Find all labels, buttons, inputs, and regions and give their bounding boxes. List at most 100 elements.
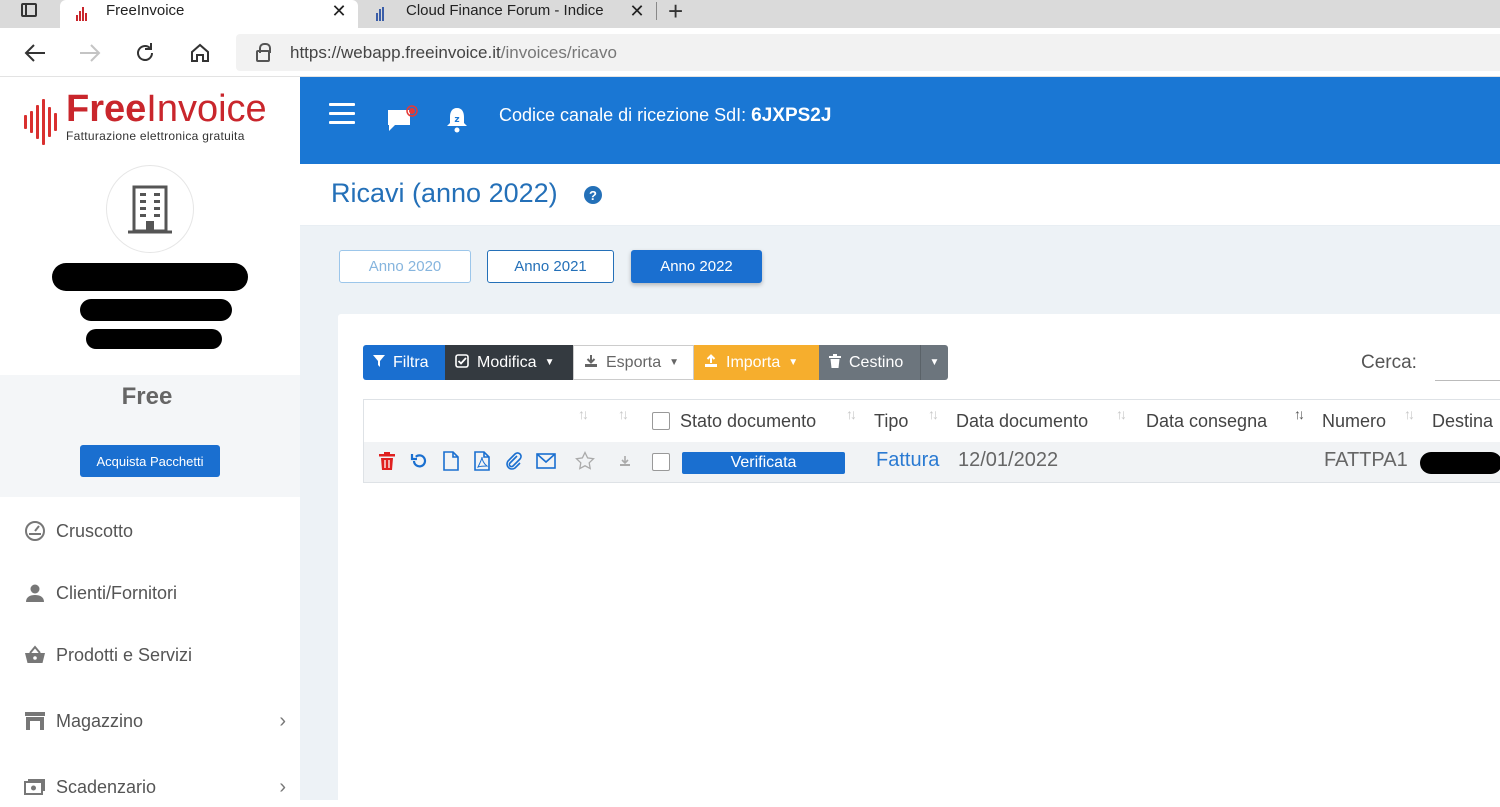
column-header-stato[interactable]: Stato documento <box>680 411 816 432</box>
sidebar-item-cruscotto[interactable]: Cruscotto <box>0 511 300 551</box>
warehouse-icon <box>24 710 46 732</box>
attachment-icon[interactable] <box>503 450 525 472</box>
search-input[interactable] <box>1435 347 1500 381</box>
tab-actions-icon[interactable] <box>18 0 40 20</box>
sdi-code: 6JXPS2J <box>751 105 832 126</box>
close-tab-icon[interactable]: ✕ <box>328 1 350 22</box>
redacted-company-line-1 <box>80 299 232 321</box>
forward-arrow-icon <box>80 44 101 62</box>
sidebar-item-label: Clienti/Fornitori <box>56 582 178 603</box>
back-button[interactable] <box>20 38 50 68</box>
invoices-table: ↑↓ ↑↓ Stato documento ↑↓ Tipo ↑↓ Data do… <box>363 399 1500 483</box>
chevron-right-icon: › <box>279 709 286 732</box>
help-icon[interactable]: ? <box>584 186 602 204</box>
sidebar-item-prodotti-servizi[interactable]: Prodotti e Servizi <box>0 635 300 675</box>
plan-panel: Free Acquista Pacchetti <box>0 375 300 497</box>
year-button-2021[interactable]: Anno 2021 <box>487 250 614 283</box>
gauge-icon <box>24 520 46 542</box>
sidebar: FreeInvoice Fatturazione elettronica gra… <box>0 77 300 800</box>
forward-button[interactable] <box>75 38 105 68</box>
new-tab-button[interactable]: + <box>668 0 683 27</box>
sidebar-item-clienti-fornitori[interactable]: Clienti/Fornitori <box>0 573 300 613</box>
table-header: ↑↓ ↑↓ Stato documento ↑↓ Tipo ↑↓ Data do… <box>364 400 1500 442</box>
plan-name: Free <box>121 383 173 410</box>
caret-down-icon: ▼ <box>788 357 799 368</box>
freeinvoice-favicon-icon <box>76 7 92 21</box>
column-header-numero[interactable]: Numero <box>1322 411 1386 432</box>
caret-down-icon: ▼ <box>669 357 680 368</box>
column-header-data-documento[interactable]: Data documento <box>956 411 1088 432</box>
year-button-2020[interactable]: Anno 2020 <box>339 250 471 283</box>
filter-icon <box>373 355 385 370</box>
filter-button[interactable]: Filtra <box>363 345 445 380</box>
sort-icon[interactable]: ↑↓ <box>1116 406 1127 422</box>
browser-tab-forum[interactable]: Cloud Finance Forum - Indice ✕ <box>360 0 656 28</box>
notifications-bell-icon[interactable]: z <box>446 105 468 133</box>
messages-icon[interactable] <box>386 105 418 131</box>
reload-button[interactable] <box>130 38 160 68</box>
trash-label: Cestino <box>849 353 904 371</box>
home-icon <box>191 43 209 62</box>
browser-tab-bar: FreeInvoice ✕ Cloud Finance Forum - Indi… <box>0 0 1500 28</box>
sort-icon[interactable]: ↑↓ <box>578 406 589 422</box>
pdf-icon[interactable] <box>471 450 493 472</box>
table-row[interactable]: Verificata Fattura 12/01/2022 FATTPA1 <box>364 442 1500 482</box>
cell-numero: FATTPA1 <box>1324 449 1408 471</box>
trash-dropdown-button[interactable]: ▼ <box>920 345 948 380</box>
caret-down-icon: ▼ <box>929 357 940 368</box>
select-all-checkbox[interactable] <box>652 412 670 430</box>
sort-icon[interactable]: ↑↓ <box>1404 406 1415 422</box>
trash-icon <box>829 354 841 371</box>
close-tab-icon[interactable]: ✕ <box>626 1 648 22</box>
document-icon[interactable] <box>440 450 462 472</box>
sort-icon[interactable]: ↑↓ <box>928 406 939 422</box>
caret-down-icon: ▼ <box>544 357 555 368</box>
table-toolbar: Filtra Modifica ▼ Esporta ▼ Importa ▼ Ce… <box>363 345 948 380</box>
sort-icon[interactable]: ↑↓ <box>618 406 629 422</box>
svg-text:z: z <box>454 115 459 125</box>
browser-tab-freeinvoice[interactable]: FreeInvoice ✕ <box>60 0 358 28</box>
export-dropdown-button[interactable]: Esporta ▼ <box>573 345 694 380</box>
status-badge: Verificata <box>682 452 845 474</box>
url-field[interactable]: https://webapp.freeinvoice.it/invoices/r… <box>236 34 1500 71</box>
cell-data-documento: 12/01/2022 <box>958 449 1059 471</box>
sidebar-item-magazzino[interactable]: Magazzino › <box>0 701 300 741</box>
sidebar-item-label: Magazzino <box>56 710 144 731</box>
sidebar-item-label: Cruscotto <box>56 520 134 541</box>
sdi-code-info: Codice canale di ricezione SdI: 6JXPS2J <box>499 105 831 127</box>
sdi-label: Codice canale di ricezione SdI: <box>499 105 747 125</box>
edit-dropdown-button[interactable]: Modifica ▼ <box>445 345 573 380</box>
invoices-card: Filtra Modifica ▼ Esporta ▼ Importa ▼ Ce… <box>338 314 1500 800</box>
column-header-tipo[interactable]: Tipo <box>874 411 908 432</box>
home-button[interactable] <box>185 38 215 68</box>
trash-button[interactable]: Cestino <box>819 345 920 380</box>
sidebar-item-scadenzario[interactable]: Scadenzario › <box>0 767 300 807</box>
sidebar-item-label: Scadenzario <box>56 776 157 797</box>
hamburger-menu-icon[interactable] <box>329 103 355 125</box>
undo-icon[interactable] <box>408 450 430 472</box>
freeinvoice-logo[interactable]: FreeInvoice Fatturazione elettronica gra… <box>24 88 284 149</box>
download-icon[interactable] <box>614 450 636 472</box>
row-checkbox[interactable] <box>652 453 670 471</box>
year-button-2022[interactable]: Anno 2022 <box>631 250 762 283</box>
logo-tagline: Fatturazione elettronica gratuita <box>66 129 245 143</box>
export-label: Esporta <box>606 353 662 371</box>
url-host: https://webapp.freeinvoice.it <box>290 42 501 62</box>
sort-icon[interactable]: ↑↓ <box>846 406 857 422</box>
cell-tipo-link[interactable]: Fattura <box>876 449 939 472</box>
tab-title: Cloud Finance Forum - Indice <box>406 1 604 19</box>
column-header-data-consegna[interactable]: Data consegna <box>1146 411 1267 432</box>
email-icon[interactable] <box>535 450 557 472</box>
logo-name-bold: Free <box>66 88 147 130</box>
import-dropdown-button[interactable]: Importa ▼ <box>694 345 819 380</box>
import-label: Importa <box>726 353 781 371</box>
redacted-user-name <box>52 263 248 291</box>
star-icon[interactable] <box>574 450 596 472</box>
tab-title: FreeInvoice <box>106 1 185 19</box>
search-label: Cerca: <box>1361 352 1417 373</box>
column-header-destinatario[interactable]: Destina <box>1432 411 1493 432</box>
company-avatar[interactable] <box>106 165 194 253</box>
sort-active-icon[interactable]: ↑↓ <box>1294 406 1305 422</box>
buy-packages-button[interactable]: Acquista Pacchetti <box>80 445 220 477</box>
delete-icon[interactable] <box>376 450 398 472</box>
